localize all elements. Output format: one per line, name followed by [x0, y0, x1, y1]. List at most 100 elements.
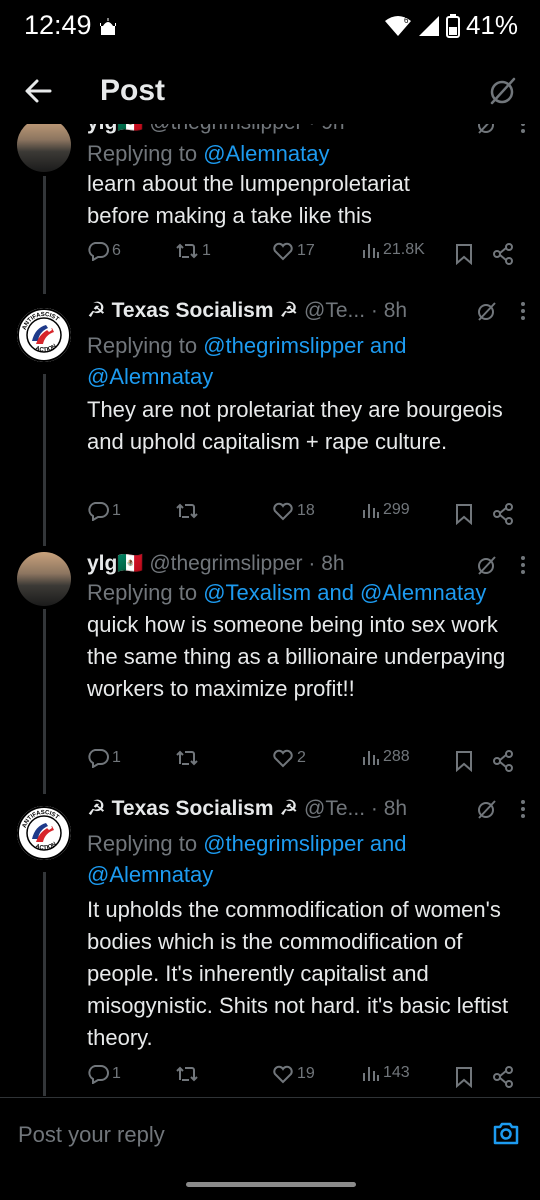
- repost-action[interactable]: 1: [175, 241, 211, 261]
- views-action[interactable]: 21.8K: [362, 241, 425, 259]
- repost-count: 1: [202, 242, 211, 259]
- display-name[interactable]: ☭ Texas Socialism ☭: [87, 299, 298, 322]
- views-action[interactable]: 299: [362, 501, 410, 519]
- grok-slash-icon[interactable]: [476, 798, 498, 820]
- like-icon: [273, 749, 293, 768]
- user-handle[interactable]: @Te...: [304, 299, 365, 322]
- replying-label: Replying to: [87, 333, 198, 358]
- mosque-icon: [100, 18, 116, 35]
- back-arrow-icon[interactable]: [24, 77, 52, 105]
- more-icon[interactable]: [520, 554, 526, 576]
- view-count: 21.8K: [383, 241, 425, 258]
- reply-count: 1: [112, 1065, 121, 1082]
- post-time: · 8h: [370, 797, 408, 820]
- replying-label: Replying to: [87, 141, 198, 166]
- grok-slash-icon[interactable]: [476, 554, 498, 576]
- tweet-text: quick how is someone being into sex work…: [87, 612, 506, 701]
- bookmark-icon[interactable]: [455, 243, 473, 265]
- reply-action[interactable]: 1: [87, 1064, 121, 1084]
- share-icon[interactable]: [492, 243, 514, 265]
- repost-action[interactable]: [175, 1064, 202, 1084]
- like-action[interactable]: 17: [272, 241, 315, 261]
- reply-icon: [88, 502, 109, 521]
- tweet-actions: 1 19 143: [87, 1064, 527, 1092]
- antifa-logo: ANTIFASCIST ACTION: [17, 806, 71, 860]
- reply-action[interactable]: 1: [87, 748, 121, 768]
- tweet[interactable]: ANTIFASCIST ACTION ☭ Texas Socialism ☭ @…: [0, 298, 540, 538]
- tweet[interactable]: ylg🇲🇽 @thegrimslipper · 9h Replying to @…: [0, 124, 540, 271]
- camera-icon[interactable]: [492, 1120, 520, 1146]
- avatar[interactable]: ANTIFASCIST ACTION: [17, 806, 71, 860]
- tweet-header: ☭ Texas Socialism ☭ @Te... · 8h: [87, 796, 526, 826]
- share-icon[interactable]: [492, 503, 514, 525]
- antifa-logo: ANTIFASCIST ACTION: [17, 308, 71, 362]
- bookmark-icon[interactable]: [455, 503, 473, 525]
- like-icon: [273, 242, 293, 261]
- avatar[interactable]: [17, 552, 71, 606]
- home-indicator[interactable]: [186, 1182, 356, 1187]
- header-icons: [476, 554, 526, 576]
- views-icon: [363, 244, 379, 258]
- grok-slash-icon[interactable]: [476, 124, 498, 135]
- display-name[interactable]: ☭ Texas Socialism ☭: [87, 797, 298, 820]
- tweet[interactable]: ylg🇲🇽 @thegrimslipper · 8h Replying to @…: [0, 552, 540, 782]
- like-icon: [273, 1065, 293, 1084]
- more-icon[interactable]: [520, 798, 526, 820]
- view-count: 288: [383, 748, 410, 765]
- battery-percent: 41%: [465, 10, 518, 40]
- user-handle[interactable]: @thegrimslipper: [149, 552, 302, 575]
- repost-icon: [176, 1066, 198, 1082]
- like-action[interactable]: 2: [272, 748, 306, 768]
- user-handle[interactable]: @thegrimslipper: [149, 124, 302, 134]
- views-action[interactable]: 288: [362, 748, 410, 766]
- more-icon[interactable]: [520, 124, 526, 135]
- share-icon[interactable]: [492, 750, 514, 772]
- mention-link[interactable]: @Alemnatay: [87, 364, 213, 389]
- display-name[interactable]: ylg🇲🇽: [87, 124, 144, 134]
- mention-link[interactable]: @Alemnatay: [87, 862, 213, 887]
- reply-icon: [88, 749, 109, 768]
- repost-action[interactable]: [175, 501, 202, 521]
- thread-feed: ylg🇲🇽 @thegrimslipper · 9h Replying to @…: [0, 124, 540, 1096]
- repost-icon: [176, 750, 198, 766]
- post-time: · 8h: [370, 299, 408, 322]
- reply-count: 1: [112, 502, 121, 519]
- views-icon: [363, 1067, 379, 1081]
- grok-slash-icon[interactable]: [488, 76, 518, 106]
- replying-to: Replying to @thegrimslipper and @Alemnat…: [87, 330, 532, 392]
- mention-link[interactable]: @thegrimslipper and: [203, 831, 406, 856]
- reply-input[interactable]: Post your reply: [18, 1122, 165, 1148]
- reply-composer[interactable]: Post your reply: [0, 1097, 540, 1178]
- repost-action[interactable]: [175, 748, 202, 768]
- tweet[interactable]: ANTIFASCIST ACTION ☭ Texas Socialism ☭ @…: [0, 796, 540, 1096]
- bookmark-icon[interactable]: [455, 1066, 473, 1088]
- tweet-actions: 6 1 17 21.8K: [87, 241, 527, 269]
- repost-icon: [176, 243, 198, 259]
- display-name[interactable]: ylg🇲🇽: [87, 552, 144, 575]
- bookmark-icon[interactable]: [455, 750, 473, 772]
- avatar[interactable]: ANTIFASCIST ACTION: [17, 308, 71, 362]
- replying-to: Replying to @Texalism and @Alemnatay: [87, 577, 532, 608]
- page-title: Post: [100, 74, 166, 107]
- reply-action[interactable]: 6: [87, 241, 121, 261]
- repost-icon: [176, 503, 198, 519]
- mention-link[interactable]: @Texalism and @Alemnatay: [203, 580, 486, 605]
- more-icon[interactable]: [520, 300, 526, 322]
- views-action[interactable]: 143: [362, 1064, 410, 1082]
- like-action[interactable]: 19: [272, 1064, 315, 1084]
- grok-slash-icon[interactable]: [476, 300, 498, 322]
- tweet-header: ☭ Texas Socialism ☭ @Te... · 8h: [87, 298, 526, 328]
- tweet-text: learn about the lumpenproletariat before…: [87, 171, 410, 228]
- reply-icon: [88, 242, 109, 261]
- mention-link[interactable]: @Alemnatay: [203, 141, 329, 166]
- reply-action[interactable]: 1: [87, 501, 121, 521]
- like-action[interactable]: 18: [272, 501, 315, 521]
- post-time: · 8h: [308, 552, 345, 575]
- user-handle[interactable]: @Te...: [304, 797, 365, 820]
- mention-link[interactable]: @thegrimslipper and: [203, 333, 406, 358]
- status-time: 12:49: [24, 10, 92, 40]
- status-bar: 12:49 6 41%: [0, 0, 540, 52]
- header-icons: [476, 798, 526, 820]
- avatar[interactable]: [17, 124, 71, 172]
- share-icon[interactable]: [492, 1066, 514, 1088]
